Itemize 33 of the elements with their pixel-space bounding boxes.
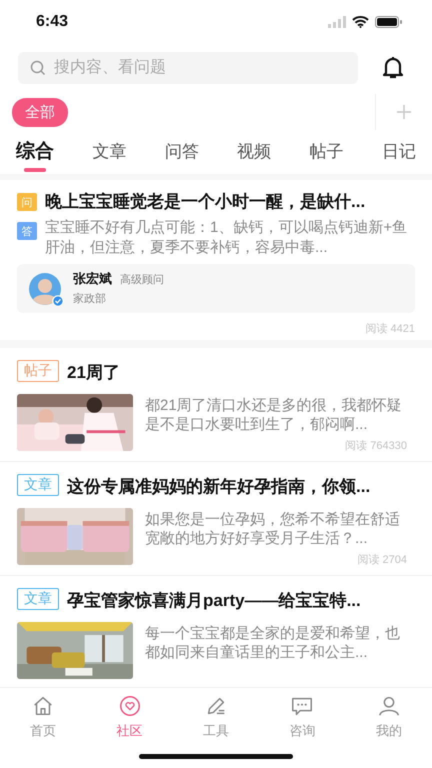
expert-title: 高级顾问 [120,274,164,286]
question-title[interactable]: 晚上宝宝睡觉老是一个小时一醒，是缺什... [45,190,366,213]
avatar-icon [29,272,61,304]
feed-tab[interactable]: 视频 [237,134,272,174]
question-badge: 问 [17,193,37,211]
user-icon [376,694,401,718]
feed-tab[interactable]: 综合 [16,134,54,174]
post-title[interactable]: 孕宝管家惊喜满月party——给宝宝特... [67,589,361,612]
feed-tab[interactable]: 文章 [92,134,126,174]
post-excerpt: 每一个宝宝都是全家的是爱和希望，也都如同来自童话里的王子和公主... [145,624,401,662]
read-count: 阅读 2704 [357,553,407,567]
post-excerpt: 都21周了清口水还是多的很，我都怀疑是不是口水要吐到生了，郁闷啊... [145,396,403,434]
feed-tab[interactable]: 日记 [382,134,416,174]
category-tag: 文章 [17,588,59,610]
post-title[interactable]: 这份专属准妈妈的新年好孕指南，你领... [67,475,370,498]
category-tag: 文章 [17,474,59,496]
answer-text: 宝宝睡不好有几点可能：1、缺钙，可以喝点钙迪新+鱼肝油，但注意，夏季不要补钙，容易中毒... [45,218,408,258]
answer-badge: 答 [17,222,37,240]
expert-card[interactable]: 张宏斌 高级顾问 家政部 [17,264,415,313]
feed-tab[interactable]: 帖子 [310,134,344,174]
signal-icon [328,16,346,28]
read-count: 阅读 764330 [345,439,407,453]
post-title[interactable]: 21周了 [67,361,120,384]
battery-icon [375,16,402,28]
expert-name: 张宏斌 [73,271,112,286]
read-count: 阅读 4421 [365,322,415,336]
search-icon [30,60,46,76]
post-excerpt: 如果您是一位孕妈，您希不希望在舒适宽敞的地方好好享受月子生活？... [145,510,401,548]
category-tag: 帖子 [17,360,59,382]
expert-department: 家政部 [73,292,106,306]
feed-tab[interactable]: 问答 [164,134,199,174]
status-time: 6:43 [36,13,68,31]
wifi-icon [352,16,369,28]
